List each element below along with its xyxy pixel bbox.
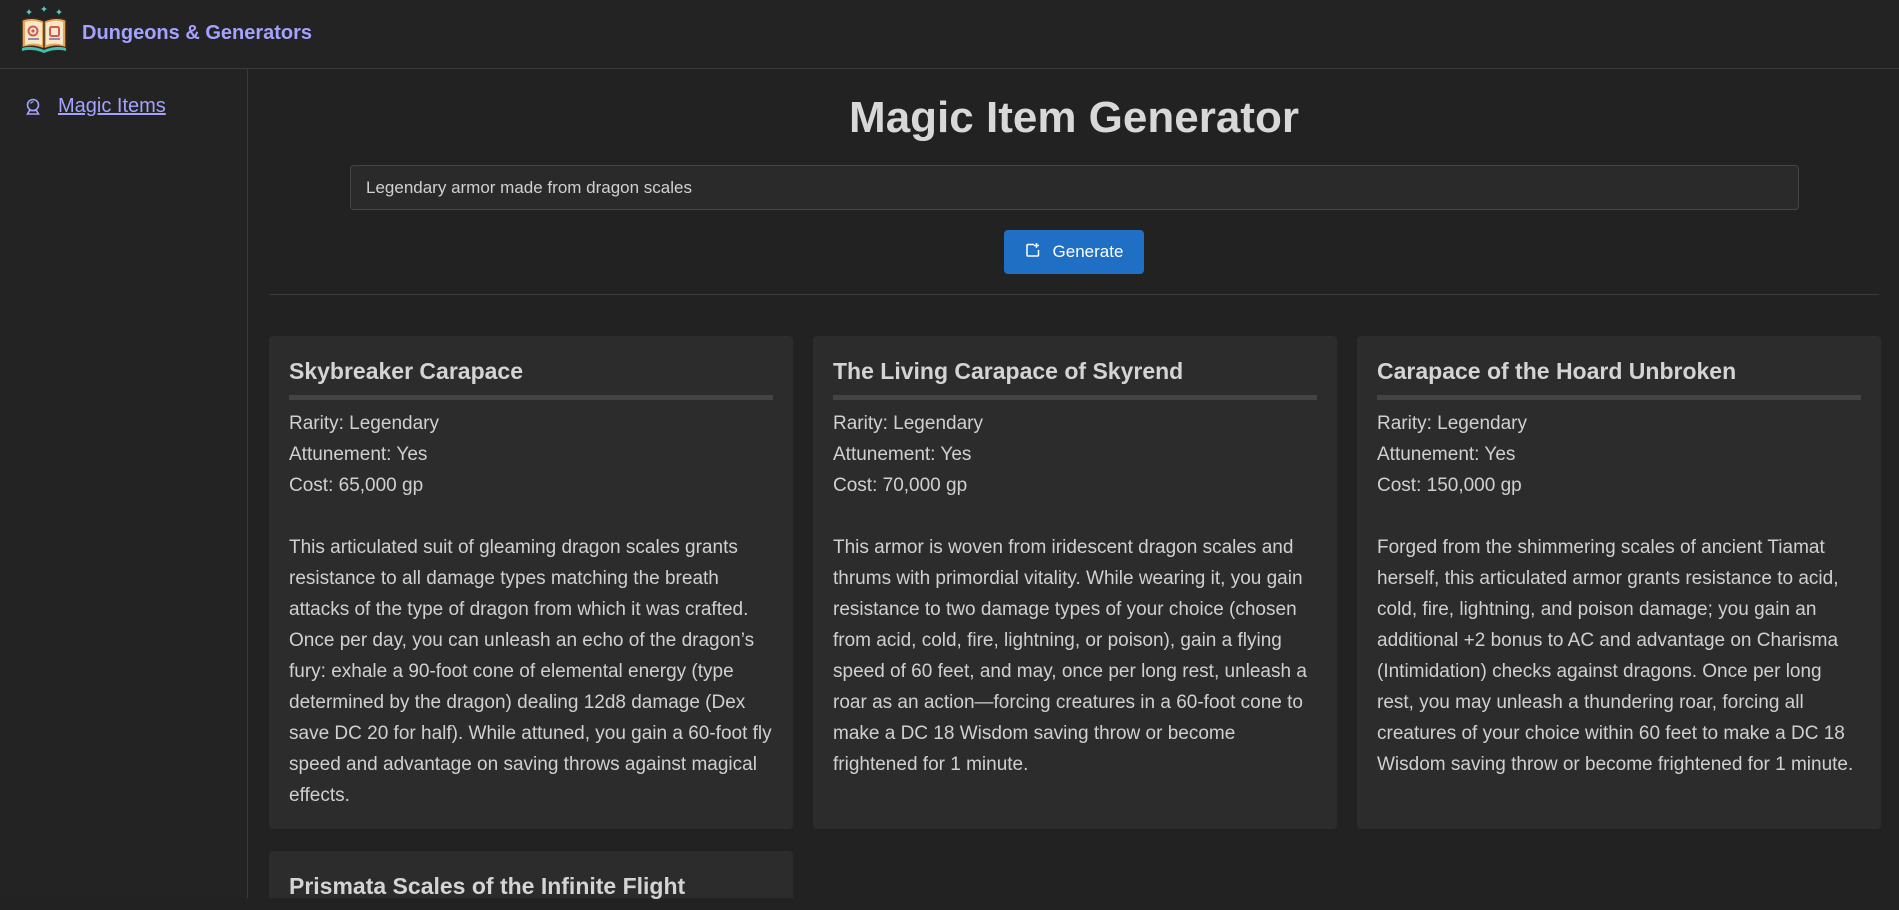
item-cost: Cost: 65,000 gp: [289, 475, 424, 496]
app-brand[interactable]: Dungeons & Generators: [82, 22, 312, 45]
item-card: Prismata Scales of the Infinite Flight: [269, 851, 793, 899]
main-content: Magic Item Generator Generate Skybreaker…: [249, 69, 1899, 899]
generate-button[interactable]: Generate: [1004, 230, 1144, 274]
item-attunement: Attunement: Yes: [1377, 444, 1516, 465]
item-name: Carapace of the Hoard Unbroken: [1377, 358, 1861, 400]
item-rarity: Rarity: Legendary: [289, 413, 439, 434]
generate-button-label: Generate: [1052, 242, 1124, 261]
item-attunement: Attunement: Yes: [833, 444, 972, 465]
item-card: The Living Carapace of Skyrend Rarity: L…: [813, 336, 1337, 829]
item-meta: Rarity: Legendary Attunement: Yes Cost: …: [833, 408, 1317, 501]
item-description: This armor is woven from iridescent drag…: [833, 537, 1307, 775]
divider: [269, 294, 1879, 295]
item-rarity: Rarity: Legendary: [1377, 413, 1527, 434]
item-cost: Cost: 70,000 gp: [833, 475, 968, 496]
crystal-ball-icon: [22, 96, 44, 118]
item-attunement: Attunement: Yes: [289, 444, 428, 465]
item-meta: Rarity: Legendary Attunement: Yes Cost: …: [1377, 408, 1861, 501]
sidebar-item-label[interactable]: Magic Items: [58, 95, 166, 118]
sidebar-item-magic-items[interactable]: Magic Items: [22, 95, 166, 118]
sidebar: Magic Items: [0, 69, 248, 898]
page-title: Magic Item Generator: [849, 93, 1299, 142]
prompt-input[interactable]: [350, 165, 1799, 210]
item-name: Prismata Scales of the Infinite Flight: [289, 873, 686, 899]
refresh-icon: [1025, 242, 1041, 263]
item-rarity: Rarity: Legendary: [833, 413, 983, 434]
item-description: This articulated suit of gleaming dragon…: [289, 537, 772, 806]
app-header: Dungeons & Generators: [0, 0, 1899, 69]
item-card: Carapace of the Hoard Unbroken Rarity: L…: [1357, 336, 1881, 829]
item-name: The Living Carapace of Skyrend: [833, 358, 1317, 400]
item-name: Skybreaker Carapace: [289, 358, 773, 400]
item-cost: Cost: 150,000 gp: [1377, 475, 1522, 496]
item-card: Skybreaker Carapace Rarity: Legendary At…: [269, 336, 793, 829]
item-meta: Rarity: Legendary Attunement: Yes Cost: …: [289, 408, 773, 501]
spellbook-icon[interactable]: [20, 4, 68, 54]
item-description: Forged from the shimmering scales of anc…: [1377, 537, 1854, 775]
